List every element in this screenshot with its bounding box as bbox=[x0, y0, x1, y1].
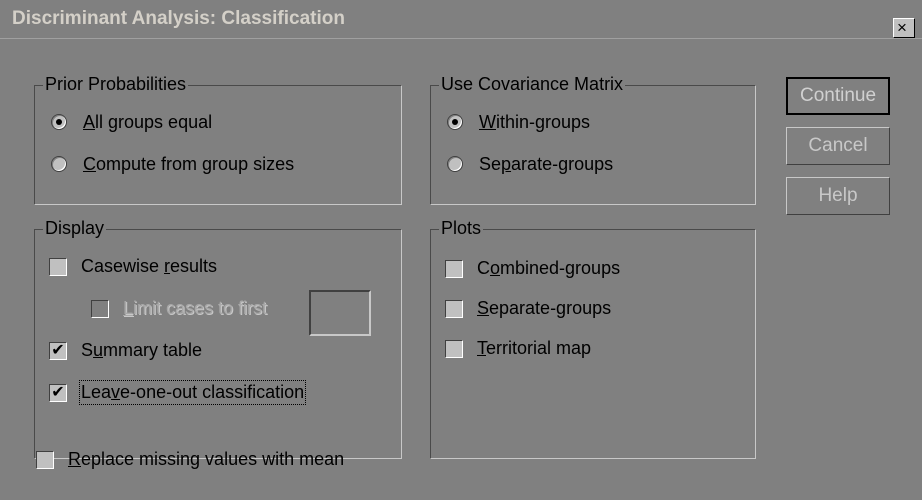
plots-group: Plots Combined-groups Separate-groups Te… bbox=[430, 218, 756, 459]
checkbox-label: Separate-groups bbox=[477, 298, 612, 318]
continue-button[interactable]: Continue bbox=[786, 77, 890, 115]
title-bar: Discriminant Analysis: Classification × bbox=[0, 0, 922, 38]
covariance-matrix-group: Use Covariance Matrix Within-groups Sepa… bbox=[430, 74, 756, 205]
check-icon[interactable]: ✔ bbox=[49, 384, 67, 402]
checkbox-box[interactable] bbox=[445, 340, 463, 358]
checkbox-label: Leave-one-out classification bbox=[78, 380, 307, 405]
cancel-button[interactable]: Cancel bbox=[786, 127, 890, 165]
checkbox-box bbox=[91, 300, 109, 318]
radio-label: Compute from group sizes bbox=[83, 154, 295, 174]
prior-probabilities-title: Prior Probabilities bbox=[43, 74, 189, 95]
checkbox-label: Replace missing values with mean bbox=[68, 449, 345, 469]
checkbox-label: Casewise results bbox=[81, 256, 218, 276]
radio-indicator[interactable] bbox=[51, 114, 67, 130]
check-icon[interactable]: ✔ bbox=[49, 342, 67, 360]
limit-cases-input bbox=[309, 290, 371, 336]
checkbox-box[interactable] bbox=[36, 451, 54, 469]
plots-title: Plots bbox=[439, 218, 484, 239]
radio-label: Separate-groups bbox=[479, 154, 614, 174]
radio-indicator[interactable] bbox=[51, 156, 67, 172]
prior-probabilities-group: Prior Probabilities All groups equal Com… bbox=[34, 74, 402, 205]
close-button[interactable]: × bbox=[893, 18, 915, 38]
covariance-matrix-title: Use Covariance Matrix bbox=[439, 74, 626, 95]
close-icon: × bbox=[897, 18, 907, 37]
checkbox-box[interactable] bbox=[49, 258, 67, 276]
radio-label: All groups equal bbox=[83, 112, 213, 132]
radio-indicator[interactable] bbox=[447, 114, 463, 130]
help-button[interactable]: Help bbox=[786, 177, 890, 215]
checkbox-label: Territorial map bbox=[477, 338, 592, 358]
display-title: Display bbox=[43, 218, 107, 239]
checkbox-label: Combined-groups bbox=[477, 258, 621, 278]
radio-indicator[interactable] bbox=[447, 156, 463, 172]
checkbox-box[interactable] bbox=[445, 300, 463, 318]
checkbox-box[interactable] bbox=[445, 260, 463, 278]
checkbox-label: Summary table bbox=[81, 340, 203, 360]
display-group: Display Casewise results Limit cases to … bbox=[34, 218, 402, 459]
dialog-client: Prior Probabilities All groups equal Com… bbox=[0, 38, 922, 500]
checkbox-label: Limit cases to first bbox=[123, 298, 268, 318]
window-title: Discriminant Analysis: Classification bbox=[12, 8, 345, 29]
radio-label: Within-groups bbox=[479, 112, 591, 132]
